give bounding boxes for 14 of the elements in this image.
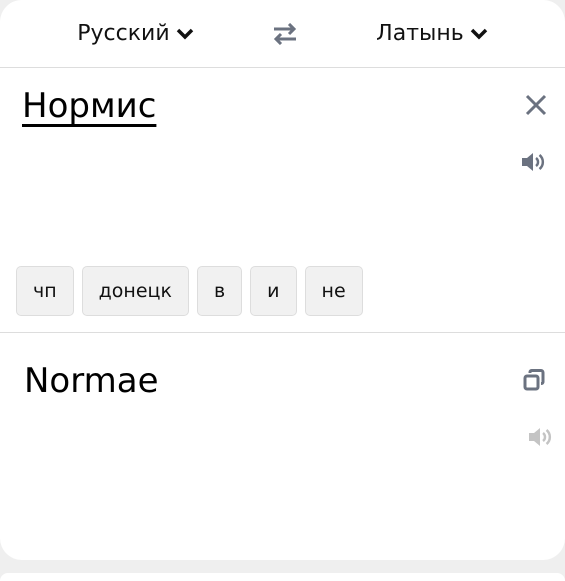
chevron-down-icon (470, 28, 488, 40)
source-language-dropdown[interactable]: Русский (77, 17, 194, 50)
translation-text: Normae (24, 361, 158, 402)
target-language-dropdown[interactable]: Латынь (376, 17, 488, 50)
chevron-down-icon (176, 28, 194, 40)
copy-icon[interactable] (523, 369, 545, 391)
suggestion-chip[interactable]: чп (16, 266, 74, 316)
suggestion-chip[interactable]: в (196, 266, 242, 316)
suggestion-chip[interactable]: и (250, 266, 297, 316)
speaker-icon[interactable] (521, 150, 547, 173)
suggestion-chip[interactable]: донецк (82, 266, 189, 316)
source-text: Нормис (22, 86, 156, 127)
suggestion-chip[interactable]: не (304, 266, 363, 316)
close-icon[interactable] (525, 94, 547, 116)
